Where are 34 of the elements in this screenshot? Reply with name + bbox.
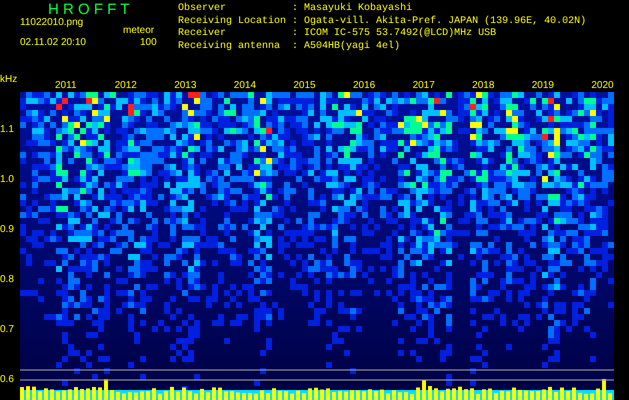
time-label: 2017 [412,80,436,92]
info-separator: : [292,40,298,53]
info-separator: : [292,28,298,40]
info-separator: : [292,16,298,28]
info-label: Receiving Location [178,16,286,28]
time-label: 2013 [174,80,198,92]
time-label: 2016 [352,80,376,92]
info-label: Observer [178,3,228,16]
info-label: Receiving antenna [178,40,282,53]
info-separator: : [292,3,298,16]
count-value: 100 [140,37,157,49]
axis-tick-label: 0.7 [0,324,14,336]
time-label: 2020 [591,80,615,92]
file-name: 11022010.png [20,17,84,29]
app-title: H R O F F T [48,2,130,18]
info-value: Masayuki Kobayashi [304,3,414,16]
info-value: ICOM IC-575 53.7492(@LCD)MHz USB [304,28,498,40]
time-label: 2012 [114,80,138,92]
axis-tick-label: 1.1 [0,124,14,136]
axis-tick-label: 0.8 [0,274,14,286]
info-label: Receiver [178,28,228,40]
axis-tick-label: 0.9 [0,224,14,236]
info-value: A504HB(yagi 4el) [304,40,402,53]
mode-label: meteor [123,25,154,37]
time-label: 2015 [293,80,317,92]
time-label: 2011 [55,80,78,92]
axis-tick-label: 0.6 [0,374,14,386]
time-label: 2014 [234,80,258,92]
axis-unit: kHz [0,74,18,86]
date-time: 02.11.02 20:10 [20,37,86,49]
time-label: 2018 [472,80,496,92]
axis-tick-label: 1.0 [0,174,14,186]
info-value: Ogata-vill. Akita-Pref. JAPAN (139.96E, 40.02N) [304,16,586,28]
time-label: 2019 [532,80,555,92]
